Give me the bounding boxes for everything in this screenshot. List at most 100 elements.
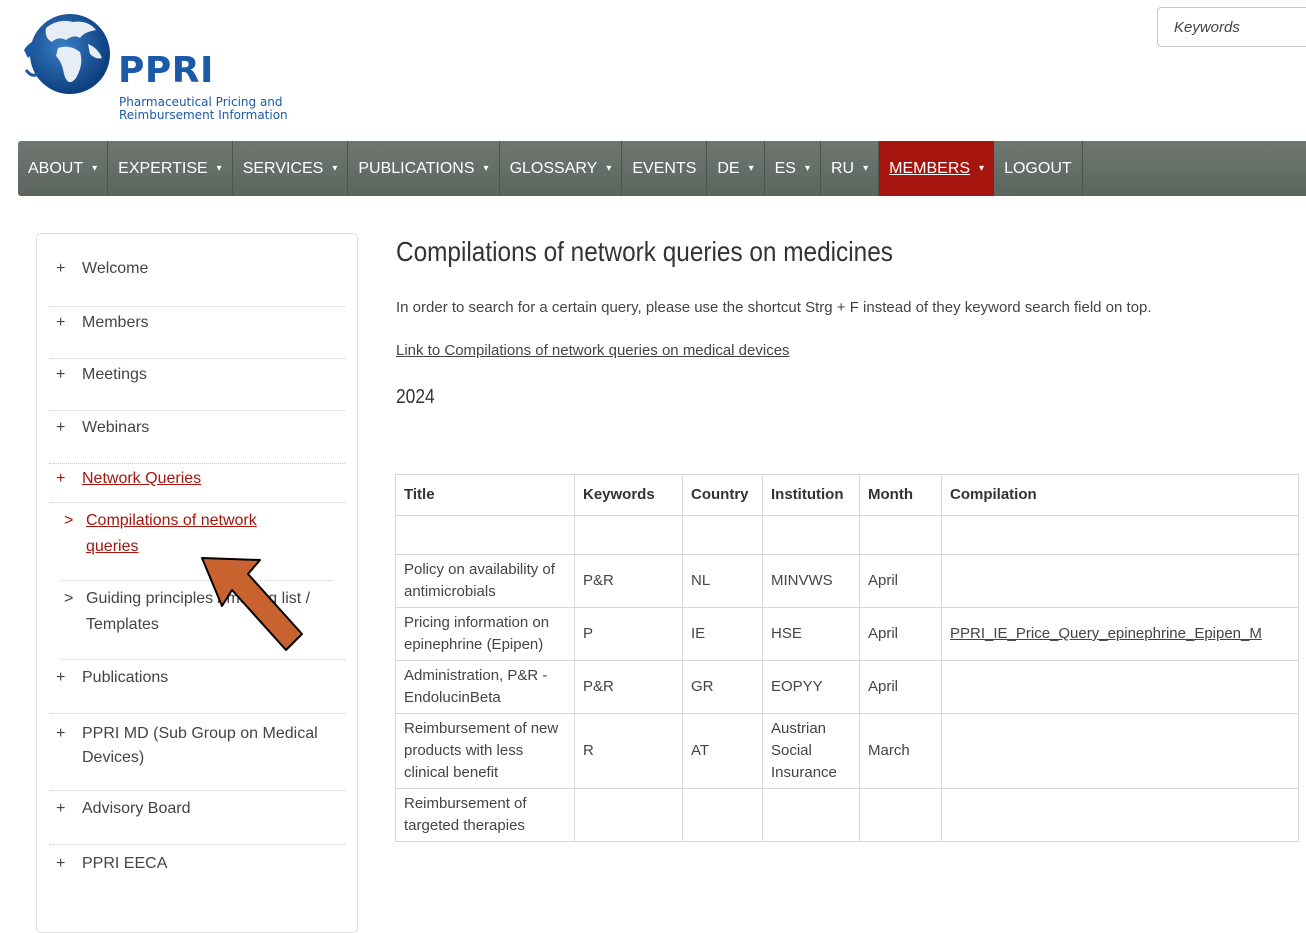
cell-country: NL	[682, 554, 763, 608]
nav-item-glossary[interactable]: GLOSSARY ▾	[500, 141, 623, 196]
table-row: Administration, P&R - EndolucinBeta P&R …	[395, 660, 1299, 714]
caret-down-icon: ▾	[606, 163, 612, 174]
cell-title: Reimbursement of new products with less …	[395, 713, 575, 789]
cell-month: April	[859, 607, 942, 661]
nav-item-label: ABOUT	[28, 159, 84, 177]
cell-institution	[762, 515, 860, 555]
plus-icon: +	[56, 366, 66, 383]
cell-month: April	[859, 554, 942, 608]
caret-down-icon: ▾	[748, 163, 754, 174]
nav-item-label: ES	[774, 159, 796, 177]
sidebar-item-label: Advisory Board	[82, 800, 191, 817]
cell-keywords: P	[574, 607, 683, 661]
nav-item-label: EXPERTISE	[118, 159, 208, 177]
cell-month: April	[859, 660, 942, 714]
sidebar-item-label: Network Queries	[82, 470, 202, 487]
nav-item-services[interactable]: SERVICES ▾	[233, 141, 349, 196]
logo-title: PPRI	[118, 50, 214, 91]
nav-item-logout[interactable]: LOGOUT	[994, 141, 1083, 196]
cell-compilation	[941, 660, 1299, 714]
cell-title: Policy on availability of antimicrobials	[395, 554, 575, 608]
nav-item-members[interactable]: MEMBERS ▾	[879, 141, 995, 196]
nav-item-publications[interactable]: PUBLICATIONS ▾	[348, 141, 500, 196]
main-nav: ABOUT ▾ EXPERTISE ▾ SERVICES ▾ PUBLICATIONS ▾ GL…	[18, 141, 1306, 196]
year-heading: 2024	[396, 386, 435, 408]
plus-icon: +	[56, 470, 66, 487]
sidebar-item-label: Meetings	[82, 366, 147, 383]
plus-icon: +	[56, 260, 66, 277]
column-header-title: Title	[395, 474, 575, 516]
column-header-compilation: Compilation	[941, 474, 1299, 516]
cell-title: Administration, P&R - EndolucinBeta	[395, 660, 575, 714]
cell-keywords	[574, 515, 683, 555]
nav-item-label: MEMBERS	[889, 159, 971, 177]
column-header-keywords: Keywords	[574, 474, 683, 516]
plus-icon: +	[56, 855, 66, 872]
plus-icon: +	[56, 419, 66, 436]
sidebar-item-label: PPRI EECA	[82, 855, 168, 872]
sidebar-item-label: Webinars	[82, 419, 150, 436]
nav-item-label: PUBLICATIONS	[358, 159, 475, 177]
nav-item-es[interactable]: ES ▾	[765, 141, 821, 196]
nav-item-de[interactable]: DE ▾	[707, 141, 765, 196]
column-header-institution: Institution	[762, 474, 860, 516]
sidebar-item-network-queries[interactable]: + Network Queries	[49, 470, 345, 503]
cell-month	[859, 515, 942, 555]
page-title: Compilations of network queries on medic…	[396, 236, 893, 267]
nav-item-label: LOGOUT	[1004, 159, 1072, 177]
compilation-file-link[interactable]: PPRI_IE_Price_Query_epinephrine_Epipen_M	[950, 625, 1262, 642]
nav-item-expertise[interactable]: EXPERTISE ▾	[108, 141, 233, 196]
cell-title	[395, 515, 575, 555]
cell-country: IE	[682, 607, 763, 661]
sidebar-item-members[interactable]: + Members	[49, 314, 345, 359]
nav-item-ru[interactable]: RU ▾	[821, 141, 880, 196]
caret-down-icon: ▾	[804, 163, 810, 174]
cell-institution: HSE	[762, 607, 860, 661]
sidebar-item-ppri-eeca[interactable]: + PPRI EECA	[49, 855, 345, 895]
sidebar-item-publications[interactable]: + Publications	[49, 669, 345, 714]
cell-institution: EOPYY	[762, 660, 860, 714]
cell-compilation: PPRI_IE_Price_Query_epinephrine_Epipen_M	[941, 607, 1299, 661]
nav-item-label: RU	[831, 159, 855, 177]
plus-icon: +	[56, 800, 66, 817]
nav-item-label: EVENTS	[632, 159, 697, 177]
cell-compilation	[941, 554, 1299, 608]
annotation-arrow-icon	[201, 557, 303, 651]
sidebar-item-welcome[interactable]: + Welcome	[49, 260, 345, 307]
cell-country: AT	[682, 713, 763, 789]
sidebar-item-label: Publications	[82, 669, 169, 686]
caret-down-icon: ▾	[216, 163, 222, 174]
cell-country	[682, 788, 763, 842]
table-header-row: Title Keywords Country Institution Month…	[395, 474, 1299, 516]
cell-keywords	[574, 788, 683, 842]
plus-icon: +	[56, 314, 66, 331]
annotation-arrow-shape	[201, 557, 303, 651]
nav-item-about[interactable]: ABOUT ▾	[18, 141, 109, 196]
column-header-month: Month	[859, 474, 942, 516]
medical-devices-link[interactable]: Link to Compilations of network queries …	[396, 342, 790, 359]
table-row: Reimbursement of targeted therapies	[395, 788, 1299, 842]
sidebar-item-webinars[interactable]: + Webinars	[49, 419, 345, 464]
sidebar-item-ppri-md[interactable]: + PPRI MD (Sub Group on Medical Devices)	[49, 722, 345, 791]
cell-keywords: P&R	[574, 554, 683, 608]
logo-subtitle: Pharmaceutical Pricing and Reimbursement…	[119, 96, 288, 122]
nav-item-label: DE	[717, 159, 740, 177]
nav-item-events[interactable]: EVENTS	[622, 141, 708, 196]
sidebar-item-meetings[interactable]: + Meetings	[49, 366, 345, 411]
cell-title: Reimbursement of targeted therapies	[395, 788, 575, 842]
sidebar-item-label: Members	[82, 314, 149, 331]
table-row: Pricing information on epinephrine (Epip…	[395, 607, 1299, 661]
intro-text: In order to search for a certain query, …	[396, 299, 1152, 316]
cell-title: Pricing information on epinephrine (Epip…	[395, 607, 575, 661]
cell-institution: Austrian Social Insurance	[762, 713, 860, 789]
sidebar-item-advisory-board[interactable]: + Advisory Board	[49, 800, 345, 845]
cell-country: GR	[682, 660, 763, 714]
plus-icon: +	[56, 669, 66, 686]
queries-table: Title Keywords Country Institution Month…	[395, 474, 1299, 842]
ppri-logo[interactable]: PPRI Pharmaceutical Pricing and Reimburs…	[14, 8, 314, 128]
cell-keywords: P&R	[574, 660, 683, 714]
search-input[interactable]	[1157, 7, 1306, 47]
nav-item-label: GLOSSARY	[509, 159, 598, 177]
column-header-country: Country	[682, 474, 763, 516]
cell-compilation	[941, 515, 1299, 555]
